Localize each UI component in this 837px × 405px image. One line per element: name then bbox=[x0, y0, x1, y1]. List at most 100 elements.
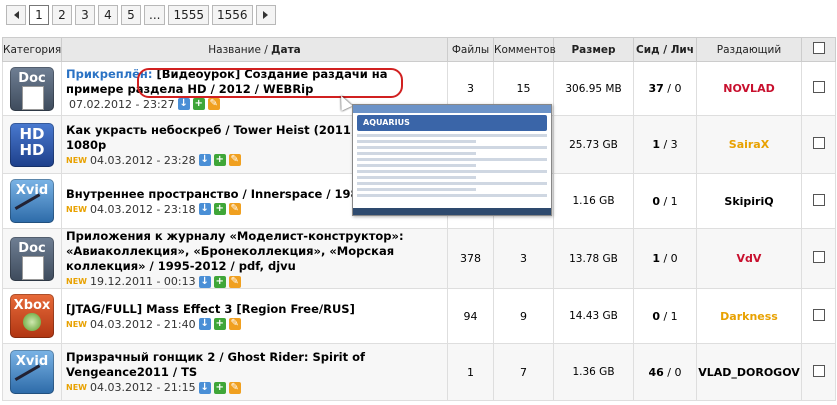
preview-logo: AQUARIUS bbox=[357, 115, 547, 131]
torrent-meta: NEW 19.12.2011 - 00:13 ↓ + ✎ bbox=[66, 275, 447, 288]
select-cell[interactable] bbox=[801, 173, 836, 229]
files-cell: 1 bbox=[447, 343, 494, 401]
torrent-date: 04.03.2012 - 21:15 bbox=[89, 381, 196, 394]
row-checkbox[interactable] bbox=[812, 193, 825, 206]
category-doc-icon[interactable]: Doc bbox=[10, 236, 54, 281]
select-cell[interactable] bbox=[801, 343, 836, 401]
uploader-link[interactable]: NOVLAD bbox=[723, 82, 774, 95]
col-size[interactable]: Размер bbox=[553, 37, 634, 62]
add-icon[interactable]: + bbox=[192, 98, 205, 110]
preview-line bbox=[357, 188, 476, 191]
add-icon[interactable]: + bbox=[213, 203, 226, 215]
col-uploader[interactable]: Раздающий bbox=[696, 37, 802, 62]
pager-page-4[interactable]: 4 bbox=[98, 5, 118, 25]
edit-icon[interactable]: ✎ bbox=[228, 318, 241, 330]
col-select-all[interactable] bbox=[801, 37, 836, 62]
edit-icon[interactable]: ✎ bbox=[228, 154, 241, 166]
add-icon[interactable]: + bbox=[213, 154, 226, 166]
category-cell[interactable]: Xbox bbox=[2, 288, 62, 344]
pager-ellipsis: ... bbox=[144, 5, 166, 25]
seeds-count: 1 bbox=[652, 252, 660, 265]
uploader-link[interactable]: SkipiriQ bbox=[724, 195, 773, 208]
leech-count: 1 bbox=[670, 194, 678, 208]
download-icon[interactable]: ↓ bbox=[198, 154, 211, 166]
torrent-title-link[interactable]: Приложения к журналу «Моделист-конструкт… bbox=[66, 229, 404, 273]
download-icon[interactable]: ↓ bbox=[198, 318, 211, 330]
row-checkbox[interactable] bbox=[812, 251, 825, 263]
category-xvid-icon[interactable]: Xvid bbox=[10, 179, 54, 223]
category-doc-icon[interactable]: Doc bbox=[10, 66, 54, 111]
torrent-title[interactable]: Приложения к журналу «Моделист-конструкт… bbox=[66, 229, 447, 274]
name-cell: Приложения к журналу «Моделист-конструкт… bbox=[61, 228, 448, 289]
row-checkbox[interactable] bbox=[812, 308, 825, 321]
select-cell[interactable] bbox=[801, 61, 836, 116]
category-xvid-icon[interactable]: Xvid bbox=[10, 350, 54, 394]
category-cell[interactable]: HD HD bbox=[2, 115, 62, 174]
pager-page-1555[interactable]: 1555 bbox=[168, 5, 209, 25]
preview-line bbox=[357, 134, 547, 137]
uploader-link[interactable]: Darkness bbox=[720, 310, 778, 323]
col-files[interactable]: Файлы bbox=[447, 37, 494, 62]
pager-page-2[interactable]: 2 bbox=[52, 5, 72, 25]
torrent-date: 19.12.2011 - 00:13 bbox=[89, 275, 196, 288]
download-icon[interactable]: ↓ bbox=[198, 275, 211, 288]
seeds-leech-cell: 0 / 1 bbox=[633, 173, 697, 229]
size-cell: 13.78 GB bbox=[553, 228, 634, 289]
pager-page-3[interactable]: 3 bbox=[75, 5, 95, 25]
category-cell[interactable]: Doc bbox=[2, 61, 62, 116]
col-category[interactable]: Категория bbox=[2, 37, 62, 62]
seeds-count: 37 bbox=[648, 82, 664, 95]
edit-icon[interactable]: ✎ bbox=[228, 381, 241, 394]
torrent-title[interactable]: [JTAG/FULL] Mass Effect 3 [Region Free/R… bbox=[66, 302, 447, 317]
download-icon[interactable]: ↓ bbox=[198, 203, 211, 215]
add-icon[interactable]: + bbox=[213, 275, 226, 288]
category-cell[interactable]: Xvid bbox=[2, 173, 62, 229]
seeds-leech-cell: 37 / 0 bbox=[633, 61, 697, 116]
add-icon[interactable]: + bbox=[213, 381, 226, 394]
col-seeds-leech[interactable]: Сид / Лич bbox=[633, 37, 697, 62]
torrent-meta: NEW 04.03.2012 - 21:40 ↓ + ✎ bbox=[66, 318, 447, 331]
pager-page-1556[interactable]: 1556 bbox=[212, 5, 253, 25]
select-all-checkbox[interactable] bbox=[812, 42, 825, 54]
pager-page-5[interactable]: 5 bbox=[121, 5, 141, 25]
new-badge: NEW bbox=[66, 155, 87, 165]
uploader-link[interactable]: VdV bbox=[737, 252, 762, 265]
uploader-link[interactable]: SairaX bbox=[729, 138, 769, 151]
torrent-title-link[interactable]: [JTAG/FULL] Mass Effect 3 [Region Free/R… bbox=[66, 302, 355, 316]
xbox-ball bbox=[23, 313, 41, 331]
category-hd-icon[interactable]: HD HD bbox=[10, 122, 54, 167]
select-cell[interactable] bbox=[801, 228, 836, 289]
torrent-title-link[interactable]: Призрачный гонщик 2 / Ghost Rider: Spiri… bbox=[66, 350, 365, 379]
category-cell[interactable]: Doc bbox=[2, 228, 62, 289]
select-cell[interactable] bbox=[801, 288, 836, 344]
files-cell: 94 bbox=[447, 288, 494, 344]
edit-icon[interactable]: ✎ bbox=[207, 98, 220, 110]
torrent-table: Категория Название / Дата Файлы Комменто… bbox=[2, 37, 836, 401]
preview-line bbox=[357, 158, 547, 161]
category-xbox-icon[interactable]: Xbox bbox=[10, 294, 54, 338]
download-icon[interactable]: ↓ bbox=[198, 381, 211, 394]
seeds-count: 0 bbox=[652, 309, 660, 323]
pager-prev-button[interactable] bbox=[6, 5, 26, 25]
page-shape bbox=[22, 85, 44, 110]
download-icon[interactable]: ↓ bbox=[177, 98, 190, 110]
pager-page-1[interactable]: 1 bbox=[29, 5, 49, 25]
category-cell[interactable]: Xvid bbox=[2, 343, 62, 401]
torrent-date: 04.03.2012 - 23:18 bbox=[89, 202, 196, 216]
uploader-link[interactable]: VLAD_DOROGOV bbox=[698, 366, 800, 379]
highlight-outline bbox=[137, 68, 403, 98]
col-comments[interactable]: Комментов bbox=[493, 37, 556, 62]
edit-icon[interactable]: ✎ bbox=[228, 203, 241, 215]
table-row: Doc Приложения к журналу «Моделист-конст… bbox=[2, 228, 836, 289]
edit-icon[interactable]: ✎ bbox=[228, 275, 241, 288]
row-checkbox[interactable] bbox=[812, 364, 825, 377]
torrent-title[interactable]: Призрачный гонщик 2 / Ghost Rider: Spiri… bbox=[66, 350, 447, 380]
row-checkbox[interactable] bbox=[812, 81, 825, 93]
comments-cell: 7 bbox=[493, 343, 554, 401]
select-cell[interactable] bbox=[801, 115, 836, 174]
pager-next-button[interactable] bbox=[255, 5, 276, 25]
row-checkbox[interactable] bbox=[812, 137, 825, 149]
add-icon[interactable]: + bbox=[213, 318, 226, 330]
col-name[interactable]: Название / Дата bbox=[61, 37, 448, 62]
size-cell: 25.73 GB bbox=[553, 115, 634, 174]
